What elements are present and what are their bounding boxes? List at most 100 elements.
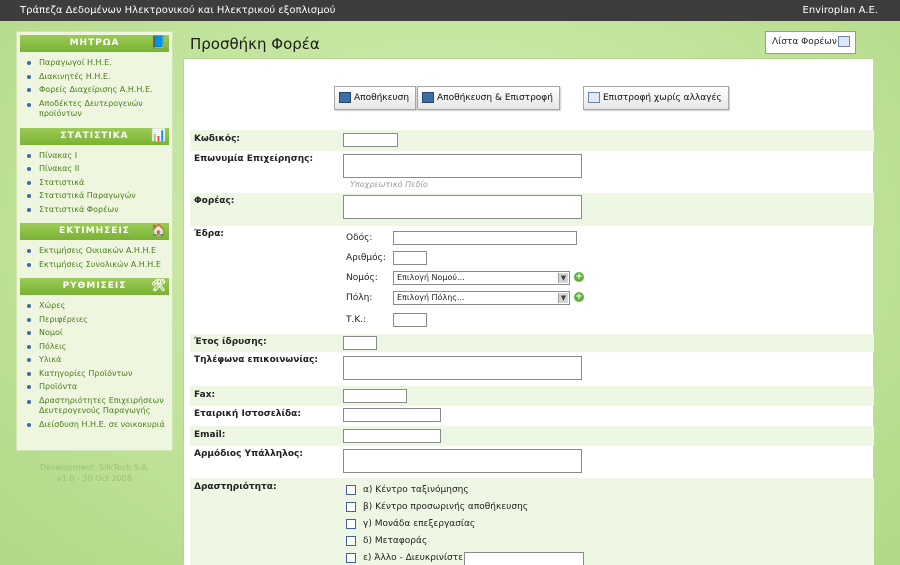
save-return-label: Αποθήκευση & Επιστροφή xyxy=(437,93,553,103)
entity-label: Φορέας: xyxy=(194,196,235,206)
save-label: Αποθήκευση xyxy=(354,93,410,103)
employee-input[interactable] xyxy=(343,449,582,473)
top-bar: Τράπεζα Δεδομένων Ηλεκτρονικού και Ηλεκτ… xyxy=(0,0,900,21)
sidebar-item-materials[interactable]: Υλικά xyxy=(27,353,168,367)
registries-list: Παραγωγοί Η.Η.Ε. Διακινητές Η.Η.Ε. Φορεί… xyxy=(17,56,172,125)
company-name: Enviroplan A.E. xyxy=(802,5,878,16)
sidebar-item-regions[interactable]: Περιφέρειες xyxy=(27,313,168,327)
row-founded: Έτος ίδρυσης: xyxy=(190,334,874,352)
entity-list-button[interactable]: Λίστα Φορέων xyxy=(765,31,856,54)
postal-input[interactable] xyxy=(393,313,427,327)
save-return-button[interactable]: Αποθήκευση & Επιστροφή xyxy=(417,86,560,110)
activity-label: Δραστηριότητα: xyxy=(194,482,277,492)
section-header-settings[interactable]: ΡΥΘΜΙΣΕΙΣ 🛠 xyxy=(20,278,169,295)
row-employee: Αρμόδιος Υπάλληλος: xyxy=(190,446,874,478)
fax-input[interactable] xyxy=(343,389,407,403)
sidebar-item-statistics[interactable]: Στατιστικά xyxy=(27,176,168,190)
sidebar-item-penetration[interactable]: Διείσδυση Η.Η.Ε. σε νοικοκυριά xyxy=(27,418,168,432)
sidebar: ΜΗΤΡΩΑ 📘 Παραγωγοί Η.Η.Ε. Διακινητές Η.Η… xyxy=(16,31,173,451)
floppy-icon xyxy=(339,92,351,103)
entity-list-label: Λίστα Φορέων xyxy=(772,37,837,47)
activity-label-storage: β) Κέντρο προσωρινής αποθήκευσης xyxy=(363,502,529,512)
row-phones: Τηλέφωνα επικοινωνίας: xyxy=(190,352,874,386)
sidebar-item-household-estimates[interactable]: Εκτιμήσεις Οικιακών Α.Η.Η.Ε xyxy=(27,244,168,258)
seat-label: Έδρα: xyxy=(194,229,225,239)
book-icon: 📘 xyxy=(151,35,167,49)
row-fax: Fax: xyxy=(190,386,874,406)
section-header-estimates[interactable]: ΕΚΤΙΜΗΣΕΙΣ 🏠 xyxy=(20,223,169,240)
city-label: Πόλη: xyxy=(346,293,373,303)
phones-input[interactable] xyxy=(343,356,582,380)
sidebar-item-management-bodies[interactable]: Φορείς Διαχείρισης Α.Η.Η.Ε. xyxy=(27,83,168,97)
code-label: Κωδικός: xyxy=(194,134,240,144)
sidebar-item-table-1[interactable]: Πίνακας Ι xyxy=(27,149,168,163)
company-name-input[interactable] xyxy=(343,154,582,178)
action-bar: Αποθήκευση Αποθήκευση & Επιστροφή Επιστρ… xyxy=(184,59,874,119)
return-label: Επιστροφή χωρίς αλλαγές xyxy=(603,93,722,103)
section-title: ΣΤΑΤΙΣΤΙΚΑ xyxy=(60,130,129,141)
section-header-registries[interactable]: ΜΗΤΡΩΑ 📘 xyxy=(20,35,169,52)
activity-other-input[interactable] xyxy=(464,552,584,565)
prefecture-select-value: Επιλογή Νομού... xyxy=(397,273,465,282)
company-name-label: Επωνυμία Επιχείρησης: xyxy=(194,154,314,164)
add-city-icon[interactable]: + xyxy=(574,292,584,302)
entity-input[interactable] xyxy=(343,195,582,219)
street-input[interactable] xyxy=(393,231,577,245)
return-no-changes-button[interactable]: Επιστροφή χωρίς αλλαγές xyxy=(583,86,729,110)
website-input[interactable] xyxy=(343,408,441,422)
founded-input[interactable] xyxy=(343,336,377,350)
sidebar-item-total-estimates[interactable]: Εκτιμήσεις Συνολικών Α.Η.Η.Ε xyxy=(27,258,168,272)
number-label: Αριθμός: xyxy=(346,253,386,263)
sidebar-item-countries[interactable]: Χώρες xyxy=(27,299,168,313)
sidebar-item-producers[interactable]: Παραγωγοί Η.Η.Ε. xyxy=(27,56,168,70)
email-label: Email: xyxy=(194,430,226,440)
prefecture-label: Νομός: xyxy=(346,273,378,283)
sidebar-item-entity-statistics[interactable]: Στατιστικά Φορέων xyxy=(27,203,168,217)
tools-icon: 🛠 xyxy=(151,278,168,292)
sidebar-item-cities[interactable]: Πόλεις xyxy=(27,340,168,354)
row-activity: Δραστηριότητα: α) Κέντρο ταξινόμησης β) … xyxy=(190,478,874,565)
app-title: Τράπεζα Δεδομένων Ηλεκτρονικού και Ηλεκτ… xyxy=(20,5,336,16)
row-website: Εταιρική Ιστοσελίδα: xyxy=(190,406,874,426)
settings-list: Χώρες Περιφέρειες Νομοί Πόλεις Υλικά Κατ… xyxy=(17,299,172,435)
city-select-value: Επιλογή Πόλης... xyxy=(397,293,465,302)
number-input[interactable] xyxy=(393,251,427,265)
save-button[interactable]: Αποθήκευση xyxy=(334,86,417,110)
sidebar-item-distributors[interactable]: Διακινητές Η.Η.Ε. xyxy=(27,70,168,84)
sidebar-item-recipients[interactable]: Αποδέκτες Δευτερογενών προϊόντων xyxy=(27,97,168,121)
code-input[interactable] xyxy=(343,133,398,147)
add-prefecture-icon[interactable]: + xyxy=(574,272,584,282)
activity-label-processing: γ) Μονάδα επεξεργασίας xyxy=(363,519,476,529)
sidebar-item-table-2[interactable]: Πίνακας ΙΙ xyxy=(27,162,168,176)
list-icon xyxy=(838,36,850,47)
activity-checkbox-other[interactable] xyxy=(346,553,356,563)
activity-checkbox-processing[interactable] xyxy=(346,519,356,529)
sidebar-item-producer-statistics[interactable]: Στατιστικά Παραγωγών xyxy=(27,189,168,203)
sidebar-item-products[interactable]: Προϊόντα xyxy=(27,380,168,394)
activity-checkbox-storage[interactable] xyxy=(346,502,356,512)
street-label: Οδός: xyxy=(346,233,373,243)
sidebar-item-activities[interactable]: Δραστηριότητες Επιχειρήσεων Δευτερογενού… xyxy=(27,394,168,418)
sidebar-item-product-categories[interactable]: Κατηγορίες Προϊόντων xyxy=(27,367,168,381)
row-email: Email: xyxy=(190,426,874,446)
chart-icon: 📊 xyxy=(151,127,167,142)
activity-label-other: ε) Άλλο - Διευκρινίστε: xyxy=(363,553,467,563)
dev-line: Development: SilkTech S.A. xyxy=(39,463,150,472)
activity-checkbox-transport[interactable] xyxy=(346,536,356,546)
phones-label: Τηλέφωνα επικοινωνίας: xyxy=(194,355,318,365)
email-input[interactable] xyxy=(343,429,441,443)
activity-checkbox-sorting[interactable] xyxy=(346,485,356,495)
postal-label: Τ.Κ.: xyxy=(346,315,367,325)
prefecture-select[interactable]: Επιλογή Νομού... ▼ xyxy=(393,271,570,285)
sidebar-item-prefectures[interactable]: Νομοί xyxy=(27,326,168,340)
city-select[interactable]: Επιλογή Πόλης... ▼ xyxy=(393,291,570,305)
section-title: ΜΗΤΡΩΑ xyxy=(69,38,120,48)
chevron-down-icon: ▼ xyxy=(558,273,568,283)
page-title: Προσθήκη Φορέα xyxy=(190,35,320,53)
required-hint: Υποχρεωτικό Πεδίο xyxy=(350,180,428,189)
founded-label: Έτος ίδρυσης: xyxy=(194,337,267,347)
section-title: ΡΥΘΜΙΣΕΙΣ xyxy=(62,281,127,291)
section-header-statistics[interactable]: ΣΤΑΤΙΣΤΙΚΑ 📊 xyxy=(20,127,169,145)
section-title: ΕΚΤΙΜΗΣΕΙΣ xyxy=(59,226,130,236)
row-code: Κωδικός: xyxy=(190,130,874,151)
